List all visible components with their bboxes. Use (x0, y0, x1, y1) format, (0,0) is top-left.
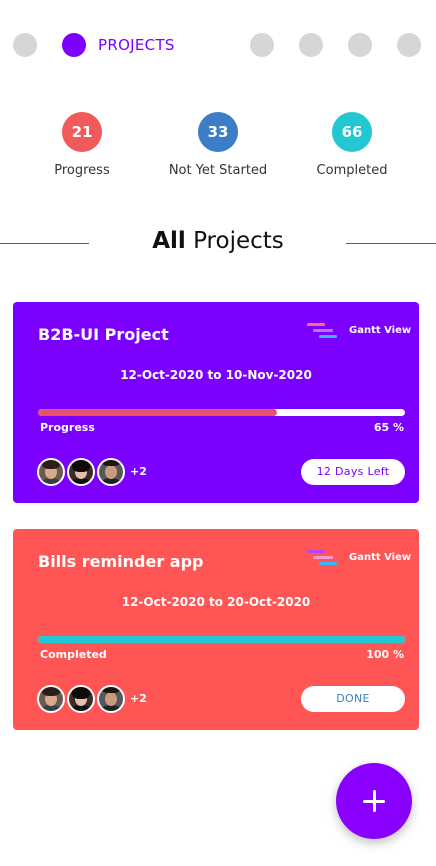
gantt-chart-icon (307, 322, 341, 346)
avatar[interactable] (97, 685, 125, 713)
stat-label: Completed (316, 163, 388, 178)
add-project-button[interactable] (336, 763, 412, 839)
project-title: B2B-UI Project (38, 325, 169, 344)
extra-members-count[interactable]: +2 (130, 692, 147, 705)
status-pill[interactable]: 12 Days Left (301, 459, 405, 485)
stat-count-circle: 33 (198, 112, 238, 152)
stat-label: Progress (54, 163, 110, 178)
section-title: All Projects (0, 228, 436, 254)
avatar[interactable] (37, 458, 65, 486)
project-card[interactable]: B2B-UI Project Gantt View 12-Oct-2020 to… (13, 302, 419, 503)
nav-label-projects[interactable]: PROJECTS (98, 36, 175, 54)
top-nav: PROJECTS (0, 32, 436, 58)
section-title-rest: Projects (185, 228, 284, 254)
nav-dot-1[interactable] (13, 33, 37, 57)
stat-count-circle: 21 (62, 112, 102, 152)
project-title: Bills reminder app (38, 552, 204, 571)
gantt-view-button[interactable]: Gantt View (307, 322, 411, 346)
progress-fill (38, 409, 277, 416)
extra-members-count[interactable]: +2 (130, 465, 147, 478)
status-pill[interactable]: DONE (301, 686, 405, 712)
plus-icon-stem (372, 790, 376, 812)
nav-dot-5[interactable] (348, 33, 372, 57)
progress-fill (38, 636, 405, 643)
gantt-view-button[interactable]: Gantt View (307, 549, 411, 573)
nav-dot-6[interactable] (397, 33, 421, 57)
avatar[interactable] (67, 685, 95, 713)
section-header: All Projects (0, 226, 436, 262)
stat-not-started[interactable]: 33 Not Yet Started (158, 112, 278, 178)
gantt-view-label: Gantt View (349, 552, 412, 563)
stat-label: Not Yet Started (168, 163, 268, 178)
avatar[interactable] (37, 685, 65, 713)
nav-dot-projects[interactable] (62, 33, 86, 57)
gantt-view-label: Gantt View (349, 325, 412, 336)
progress-percent: 100 % (366, 648, 404, 661)
section-title-bold: All (152, 228, 186, 254)
progress-bar (38, 409, 405, 416)
project-dates: 12-Oct-2020 to 20-Oct-2020 (121, 595, 311, 609)
nav-dot-3[interactable] (250, 33, 274, 57)
progress-label: Completed (40, 648, 107, 661)
project-dates: 12-Oct-2020 to 10-Nov-2020 (120, 368, 312, 382)
nav-dot-4[interactable] (299, 33, 323, 57)
progress-percent: 65 % (373, 421, 404, 434)
avatar[interactable] (97, 458, 125, 486)
avatar[interactable] (67, 458, 95, 486)
progress-label: Progress (40, 421, 95, 434)
stat-completed[interactable]: 66 Completed (292, 112, 412, 178)
stat-count-circle: 66 (332, 112, 372, 152)
gantt-chart-icon (307, 549, 341, 573)
stat-progress[interactable]: 21 Progress (22, 112, 142, 178)
progress-bar (38, 636, 405, 643)
project-card[interactable]: Bills reminder app Gantt View 12-Oct-202… (13, 529, 419, 730)
